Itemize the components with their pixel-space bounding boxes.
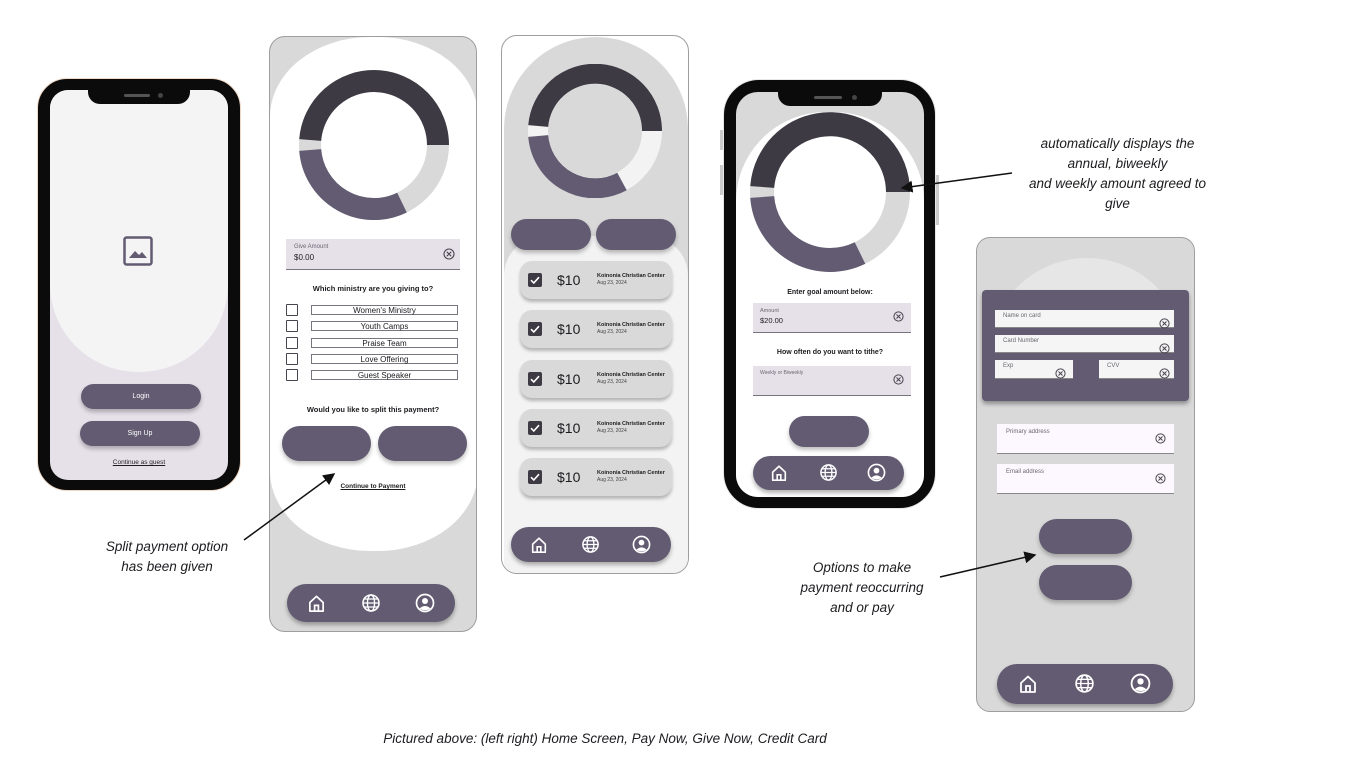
annotation-arrows [243, 172, 1037, 578]
caption: Pictured above: (left right) Home Screen… [383, 731, 827, 746]
split-note-arrow [243, 473, 336, 541]
goal-note-arrow [900, 172, 1013, 193]
phone-notch [88, 86, 190, 104]
options-note-arrow [939, 551, 1037, 578]
phone-notch [778, 88, 882, 106]
